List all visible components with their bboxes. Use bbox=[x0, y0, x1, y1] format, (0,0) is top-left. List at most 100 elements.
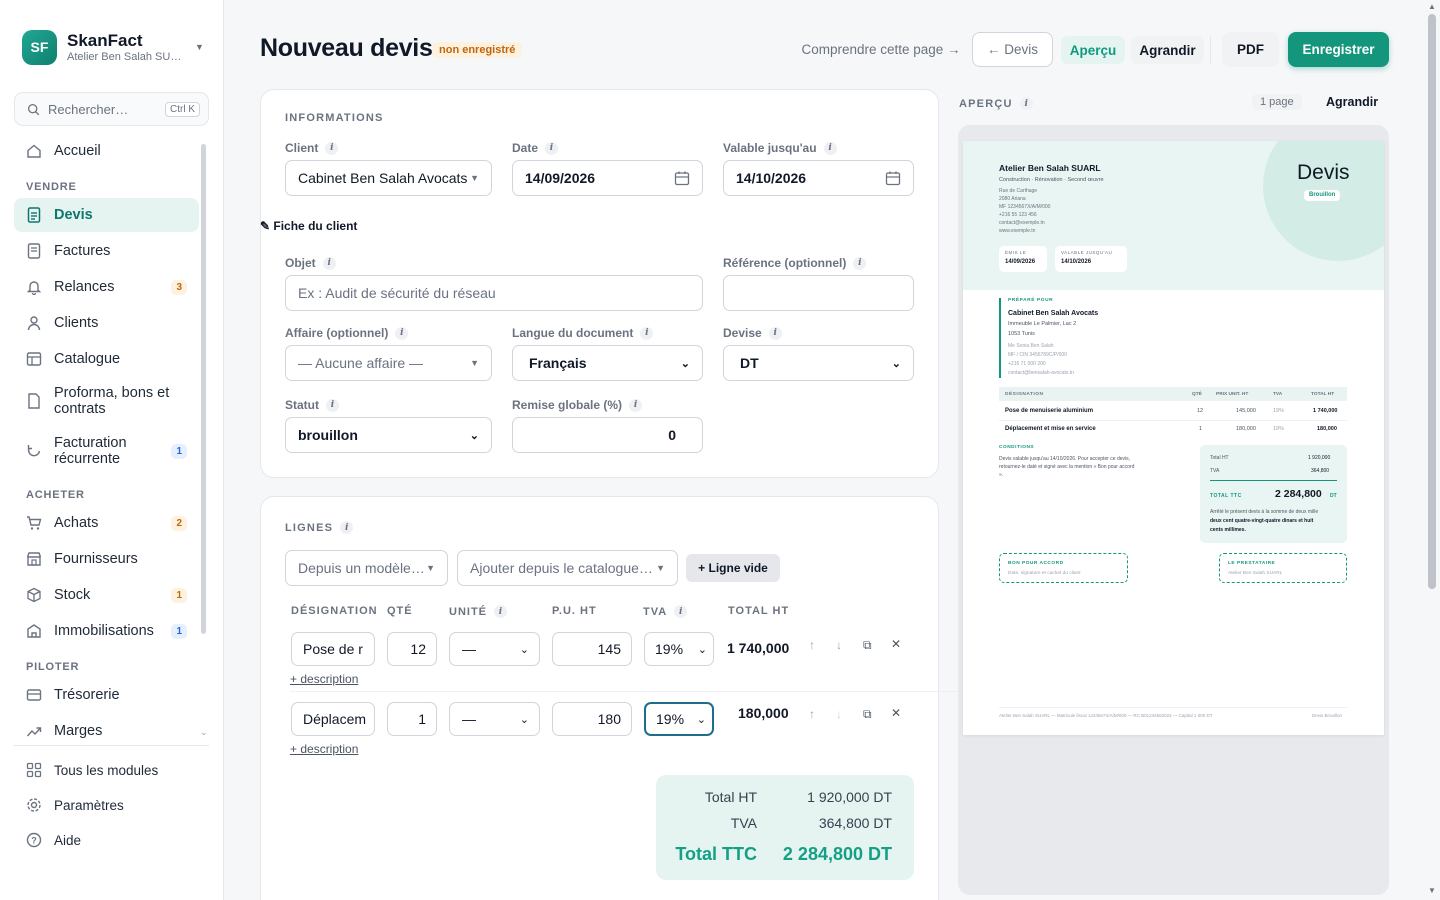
designation-input[interactable]: Pose de r bbox=[291, 632, 375, 666]
info-icon[interactable]: i bbox=[1019, 97, 1033, 110]
affaire-select[interactable]: — Aucune affaire — ▼ bbox=[285, 345, 492, 381]
langue-value: Français bbox=[529, 355, 587, 371]
duplicate-icon[interactable]: ⧉ bbox=[863, 707, 872, 722]
statut-select[interactable]: brouillon ⌄ bbox=[285, 417, 492, 453]
info-icon[interactable]: i bbox=[768, 326, 782, 340]
valid-until-input[interactable]: 14/10/2026 bbox=[723, 160, 914, 196]
devise-select[interactable]: DT ⌄ bbox=[723, 345, 914, 381]
remise-input[interactable]: 0 bbox=[512, 417, 703, 453]
tva-select[interactable]: 19% ⌄ bbox=[644, 632, 714, 666]
langue-select[interactable]: Français ⌄ bbox=[512, 345, 703, 381]
sidebar-item-accueil[interactable]: Accueil bbox=[14, 135, 199, 167]
info-icon[interactable]: i bbox=[823, 141, 837, 155]
info-icon[interactable]: i bbox=[322, 256, 336, 270]
calendar-icon[interactable] bbox=[674, 170, 690, 186]
doc-footer-left: Atelier Ben Salah SUARL — Matricule fisc… bbox=[999, 713, 1213, 718]
save-button[interactable]: Enregistrer bbox=[1288, 32, 1389, 67]
sidebar-item-fournisseurs[interactable]: Fournisseurs bbox=[14, 542, 199, 576]
scroll-down-icon[interactable]: ⌄ bbox=[200, 727, 208, 738]
add-description-link[interactable]: + description bbox=[290, 672, 358, 686]
sidebar-item-factures[interactable]: Factures bbox=[14, 234, 199, 268]
company-switcher[interactable]: SF SkanFact Atelier Ben Salah SU… ▼ bbox=[22, 29, 212, 65]
back-to-devis-button[interactable]: ← Devis bbox=[972, 32, 1053, 67]
remove-icon[interactable]: ✕ bbox=[891, 706, 901, 720]
tva-select[interactable]: 19% ⌄ bbox=[644, 702, 714, 736]
info-icon[interactable]: i bbox=[674, 605, 688, 618]
preview-title-text: APERÇU bbox=[959, 97, 1013, 110]
from-model-select[interactable]: Depuis un modèle… ▼ bbox=[285, 550, 448, 586]
pu-input[interactable]: 180 bbox=[552, 702, 632, 736]
unit-select[interactable]: — ⌄ bbox=[449, 632, 540, 666]
scroll-down-icon[interactable]: ▼ bbox=[1428, 886, 1436, 895]
qty-input[interactable]: 12 bbox=[387, 632, 437, 666]
objet-input[interactable]: Ex : Audit de sécurité du réseau bbox=[285, 275, 703, 311]
info-icon[interactable]: i bbox=[640, 326, 654, 340]
move-up-icon[interactable]: ↑ bbox=[809, 707, 815, 721]
info-icon[interactable]: i bbox=[494, 605, 507, 618]
qty-input[interactable]: 1 bbox=[387, 702, 437, 736]
remove-icon[interactable]: ✕ bbox=[891, 637, 901, 651]
page-scrollbar[interactable] bbox=[1428, 14, 1436, 589]
sidebar-item-marges[interactable]: Marges bbox=[14, 714, 199, 739]
sidebar-item-label: Relances bbox=[54, 279, 115, 295]
sidebar-item-immobilisations[interactable]: Immobilisations 1 bbox=[14, 614, 199, 648]
immo-badge: 1 bbox=[171, 623, 187, 639]
preview-enlarge-button[interactable]: Agrandir bbox=[1326, 95, 1378, 109]
info-icon[interactable]: i bbox=[629, 398, 643, 412]
search-input[interactable]: Rechercher… Ctrl K bbox=[14, 92, 209, 126]
pdf-button[interactable]: PDF bbox=[1222, 32, 1279, 67]
sidebar-scrollbar[interactable] bbox=[201, 144, 206, 634]
preview-toggle-button[interactable]: Aperçu bbox=[1061, 36, 1125, 64]
sidebar-item-achats[interactable]: Achats 2 bbox=[14, 506, 199, 540]
enlarge-button[interactable]: Agrandir bbox=[1131, 36, 1204, 64]
move-down-icon[interactable]: ↓ bbox=[836, 707, 842, 721]
info-icon[interactable]: i bbox=[340, 521, 354, 534]
col-tva-text: TVA bbox=[643, 605, 668, 618]
sidebar-item-facturation-recurrente[interactable]: Facturation récurrente 1 bbox=[14, 428, 199, 474]
client-sheet-link[interactable]: ✎ Fiche du client bbox=[260, 219, 357, 233]
client-select[interactable]: Cabinet Ben Salah Avocats ▼ bbox=[285, 160, 492, 196]
sidebar-item-catalogue[interactable]: Catalogue bbox=[14, 342, 199, 376]
date-input[interactable]: 14/09/2026 bbox=[512, 160, 703, 196]
duplicate-icon[interactable]: ⧉ bbox=[863, 638, 872, 653]
add-empty-line-button[interactable]: + Ligne vide bbox=[686, 554, 780, 582]
document-preview[interactable]: Atelier Ben Salah SUARL Construction · R… bbox=[963, 141, 1384, 735]
caret-down-icon: ▼ bbox=[470, 358, 479, 368]
info-icon[interactable]: i bbox=[326, 398, 339, 412]
toolbar-divider bbox=[1210, 36, 1211, 64]
label-text: Langue du document bbox=[512, 326, 634, 340]
pu-input[interactable]: 145 bbox=[552, 632, 632, 666]
sidebar-item-relances[interactable]: Relances 3 bbox=[14, 270, 199, 304]
unit-select[interactable]: — ⌄ bbox=[449, 702, 540, 736]
sidebar-item-proforma[interactable]: Proforma, bons et contrats bbox=[14, 378, 199, 424]
reference-input[interactable] bbox=[723, 275, 914, 311]
move-down-icon[interactable]: ↓ bbox=[836, 638, 842, 652]
valid-until-value: 14/10/2026 bbox=[736, 170, 807, 186]
doc-approval-box bbox=[999, 553, 1128, 583]
langue-label: Langue du document i bbox=[512, 326, 654, 340]
understand-link[interactable]: Comprendre cette page → bbox=[801, 32, 961, 67]
company-name: Atelier Ben Salah SU… bbox=[67, 50, 182, 63]
sidebar-item-stock[interactable]: Stock 1 bbox=[14, 578, 199, 612]
doc-th-tva: TVA bbox=[1273, 392, 1283, 397]
sidebar-item-modules[interactable]: Tous les modules bbox=[26, 762, 158, 778]
sidebar-item-clients[interactable]: Clients bbox=[14, 306, 199, 340]
svg-text:?: ? bbox=[31, 836, 37, 846]
relances-badge: 3 bbox=[171, 279, 187, 295]
app-logo: SF bbox=[22, 29, 57, 65]
designation-input[interactable]: Déplacem bbox=[291, 702, 375, 736]
catalog-select[interactable]: Ajouter depuis le catalogue… ▼ bbox=[457, 550, 678, 586]
calendar-icon[interactable] bbox=[885, 170, 901, 186]
sidebar-item-tresorerie[interactable]: Trésorerie bbox=[14, 678, 199, 712]
sidebar-item-aide[interactable]: ? Aide bbox=[26, 832, 81, 848]
info-icon[interactable]: i bbox=[545, 141, 559, 155]
info-icon[interactable]: i bbox=[853, 256, 867, 270]
scroll-up-icon[interactable]: ▲ bbox=[1428, 2, 1436, 11]
sidebar-item-devis[interactable]: Devis bbox=[14, 198, 199, 232]
info-icon[interactable]: i bbox=[325, 141, 339, 155]
add-description-link[interactable]: + description bbox=[290, 742, 358, 756]
move-up-icon[interactable]: ↑ bbox=[809, 638, 815, 652]
sidebar-item-parametres[interactable]: Paramètres bbox=[26, 797, 124, 813]
info-icon[interactable]: i bbox=[395, 326, 409, 340]
doc-row-pu: 180,000 bbox=[1236, 426, 1256, 432]
